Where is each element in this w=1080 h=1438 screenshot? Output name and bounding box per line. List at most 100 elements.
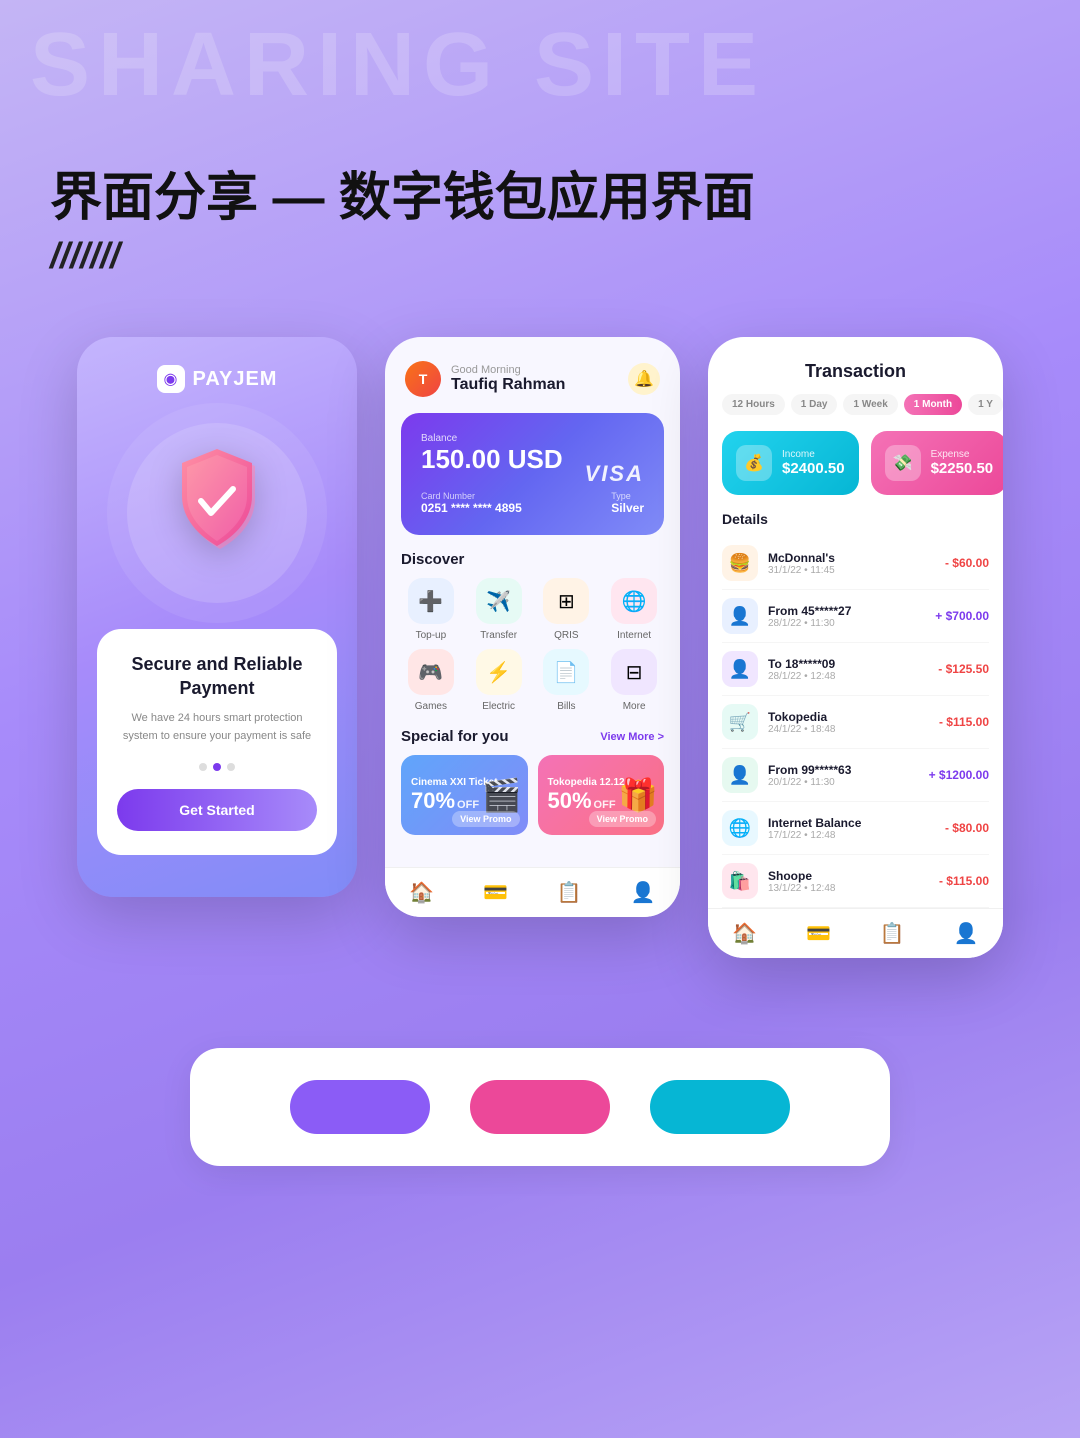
discover-transfer[interactable]: ✈️ Transfer	[469, 578, 529, 641]
page-title: 界面分享 — 数字钱包应用界面	[50, 170, 1030, 227]
tx-internet[interactable]: 🌐 Internet Balance 17/1/22 • 12:48 - $80…	[722, 802, 989, 855]
tx-to18-date: 28/1/22 • 12:48	[768, 671, 835, 682]
tx-to18[interactable]: 👤 To 18*****09 28/1/22 • 12:48 - $125.50	[722, 643, 989, 696]
phone-dashboard: T Good Morning Taufiq Rahman 🔔 Balance 1…	[385, 337, 680, 917]
nav-profile[interactable]: 👤	[631, 880, 656, 905]
expense-label: Expense	[931, 449, 994, 460]
transfer-label: Transfer	[480, 630, 517, 641]
greeting-text: Good Morning	[451, 364, 565, 376]
onboarding-card: Secure and Reliable Payment We have 24 h…	[97, 629, 337, 855]
special-header: Special for you View More >	[385, 724, 680, 755]
tx-internet-amount: - $80.00	[945, 821, 989, 835]
income-amount: $2400.50	[782, 460, 845, 477]
promo-cinema[interactable]: Cinema XXI Ticket 70% OFF 🎬 View Promo	[401, 755, 528, 835]
filter-1w[interactable]: 1 Week	[843, 394, 897, 415]
nav-home[interactable]: 🏠	[409, 880, 434, 905]
income-icon: 💰	[736, 445, 772, 481]
topup-label: Top-up	[416, 630, 447, 641]
user-avatar: T	[405, 361, 441, 397]
tx-nav-profile[interactable]: 👤	[954, 921, 979, 946]
app-logo: PAYJEM	[157, 365, 278, 393]
tx-tokopedia-icon: 🛒	[722, 704, 758, 740]
tx-from99-name: From 99*****63	[768, 763, 851, 777]
promo-cinema-emoji: 🎬	[482, 776, 522, 814]
discover-games[interactable]: 🎮 Games	[401, 649, 461, 712]
tx-shopee[interactable]: 🛍️ Shoope 13/1/22 • 12:48 - $115.00	[722, 855, 989, 908]
phone-transaction: Transaction 12 Hours 1 Day 1 Week 1 Mont…	[708, 337, 1003, 958]
more-label: More	[623, 701, 646, 712]
more-icon: ⊟	[611, 649, 657, 695]
tx-internet-date: 17/1/22 • 12:48	[768, 830, 861, 841]
tx-from45[interactable]: 👤 From 45*****27 28/1/22 • 11:30 + $700.…	[722, 590, 989, 643]
tx-mcdonalds[interactable]: 🍔 McDonnal's 31/1/22 • 11:45 - $60.00	[722, 537, 989, 590]
discover-electric[interactable]: ⚡ Electric	[469, 649, 529, 712]
card-type: Silver	[611, 501, 644, 515]
qris-icon: ⊞	[543, 578, 589, 624]
nav-doc[interactable]: 📋	[557, 880, 582, 905]
games-label: Games	[415, 701, 447, 712]
tx-from45-date: 28/1/22 • 11:30	[768, 618, 851, 629]
phones-section: PAYJEM	[0, 297, 1080, 1018]
discover-topup[interactable]: ➕ Top-up	[401, 578, 461, 641]
bills-label: Bills	[557, 701, 575, 712]
discover-bills[interactable]: 📄 Bills	[537, 649, 597, 712]
shield-icon	[157, 441, 277, 585]
tx-to18-icon: 👤	[722, 651, 758, 687]
tx-from99-amount: + $1200.00	[929, 768, 989, 782]
promo-tokopedia-btn[interactable]: View Promo	[589, 811, 656, 827]
tx-mcdonalds-amount: - $60.00	[945, 556, 989, 570]
tx-internet-icon: 🌐	[722, 810, 758, 846]
tx-from99[interactable]: 👤 From 99*****63 20/1/22 • 11:30 + $1200…	[722, 749, 989, 802]
tx-from45-amount: + $700.00	[935, 609, 989, 623]
card-number-label: Card Number	[421, 491, 522, 501]
discover-internet[interactable]: 🌐 Internet	[604, 578, 664, 641]
tx-mcdonalds-icon: 🍔	[722, 545, 758, 581]
discover-more[interactable]: ⊟ More	[604, 649, 664, 712]
discover-grid: ➕ Top-up ✈️ Transfer ⊞ QRIS 🌐 Internet 🎮	[385, 578, 680, 724]
tx-to18-amount: - $125.50	[938, 662, 989, 676]
promos-row: Cinema XXI Ticket 70% OFF 🎬 View Promo T…	[385, 755, 680, 851]
topup-icon: ➕	[408, 578, 454, 624]
filter-1y[interactable]: 1 Y	[968, 394, 1003, 415]
card-type-label: Type	[611, 491, 644, 501]
logo-text: PAYJEM	[193, 368, 278, 391]
view-more-link[interactable]: View More >	[600, 731, 664, 743]
tx-nav-doc[interactable]: 📋	[880, 921, 905, 946]
income-label: Income	[782, 449, 845, 460]
dot-2	[213, 763, 221, 771]
bills-icon: 📄	[543, 649, 589, 695]
user-name: Taufiq Rahman	[451, 376, 565, 394]
transfer-icon: ✈️	[476, 578, 522, 624]
expense-amount: $2250.50	[931, 460, 994, 477]
tx-shopee-amount: - $115.00	[939, 874, 989, 888]
filter-12h[interactable]: 12 Hours	[722, 394, 785, 415]
promo-tokopedia-emoji: 🎁	[618, 776, 658, 814]
tx-nav-home[interactable]: 🏠	[732, 921, 757, 946]
filter-1d[interactable]: 1 Day	[791, 394, 838, 415]
filter-1m[interactable]: 1 Month	[904, 394, 962, 415]
onboarding-title: Secure and Reliable Payment	[117, 653, 317, 700]
transaction-title: Transaction	[708, 337, 1003, 394]
color-pink	[470, 1080, 610, 1134]
discover-title: Discover	[385, 551, 680, 578]
tx-shopee-date: 13/1/22 • 12:48	[768, 883, 835, 894]
palette-card	[190, 1048, 890, 1166]
notification-bell[interactable]: 🔔	[628, 363, 660, 395]
tx-nav-wallet[interactable]: 💳	[806, 921, 831, 946]
promo-tokopedia-off-label: OFF	[594, 799, 616, 811]
header-slash: ///////	[50, 235, 1030, 277]
electric-icon: ⚡	[476, 649, 522, 695]
promo-cinema-btn[interactable]: View Promo	[452, 811, 519, 827]
discover-qris[interactable]: ⊞ QRIS	[537, 578, 597, 641]
tx-from99-icon: 👤	[722, 757, 758, 793]
promo-tokopedia[interactable]: Tokopedia 12.12 50% OFF 🎁 View Promo	[538, 755, 665, 835]
tx-to18-name: To 18*****09	[768, 657, 835, 671]
tx-tokopedia[interactable]: 🛒 Tokopedia 24/1/22 • 18:48 - $115.00	[722, 696, 989, 749]
dashboard-header: T Good Morning Taufiq Rahman 🔔	[385, 337, 680, 413]
tx-mcdonalds-date: 31/1/22 • 11:45	[768, 565, 835, 576]
tx-tokopedia-date: 24/1/22 • 18:48	[768, 724, 835, 735]
income-card: 💰 Income $2400.50	[722, 431, 859, 495]
nav-wallet[interactable]: 💳	[483, 880, 508, 905]
qris-label: QRIS	[554, 630, 578, 641]
get-started-button[interactable]: Get Started	[117, 789, 317, 831]
